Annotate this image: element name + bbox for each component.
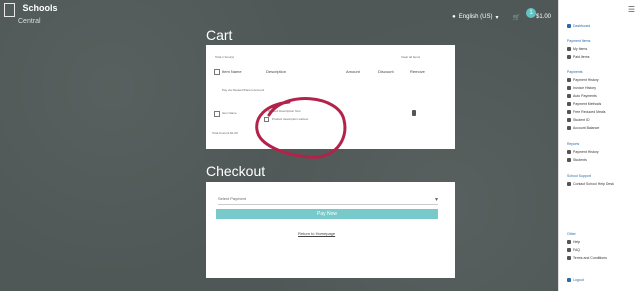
- credit-card-icon: [567, 102, 571, 106]
- hand-drawn-circle-annotation: [255, 97, 347, 159]
- history-icon: [567, 78, 571, 82]
- sidebar-item-report-payment-history[interactable]: Payment History: [567, 150, 599, 154]
- return-home-link[interactable]: Return to Homepage: [298, 231, 335, 236]
- sidebar-item-account-balance[interactable]: Account Balance: [567, 126, 599, 130]
- students-icon: [567, 158, 571, 162]
- sidebar-item-label: Students: [573, 158, 587, 162]
- sidebar-item-my-items[interactable]: My Items: [567, 47, 587, 51]
- globe-icon: ●: [452, 14, 456, 20]
- column-description: Description: [266, 69, 287, 74]
- top-navigation: ● English (US) ▾ 🛒 1 $1.00: [452, 8, 551, 22]
- sidebar-item-student-id[interactable]: Student ID: [567, 118, 590, 122]
- chevron-down-icon: ▾: [434, 197, 438, 203]
- sidebar-item-contact-help-desk[interactable]: Contact School Help Desk: [567, 182, 614, 186]
- sidebar-group-school-support: School Support: [567, 174, 591, 178]
- cart-total: $1.00: [535, 14, 551, 20]
- checkout-heading: Checkout: [206, 163, 266, 179]
- sidebar-item-label: Payment History: [573, 150, 599, 154]
- trash-icon[interactable]: [412, 110, 416, 116]
- sidebar-item-label: Paid Items: [573, 55, 590, 59]
- sidebar-item-label: Logout: [573, 278, 584, 282]
- sidebar-item-auto-payments[interactable]: Auto Payments: [567, 94, 597, 98]
- sidebar-item-logout[interactable]: Logout: [567, 278, 584, 282]
- sidebar-group-other: Other: [567, 232, 576, 236]
- sidebar-item-faq[interactable]: FAQ: [567, 248, 580, 252]
- language-label: English (US): [458, 14, 493, 20]
- balance-icon: [567, 126, 571, 130]
- sidebar-item-label: Dashboard: [573, 24, 591, 28]
- cart-total-amount: Total Amount $1.00: [212, 131, 238, 135]
- sidebar-item-label: Auto Payments: [573, 94, 597, 98]
- sidebar-item-label: Terms and Conditions: [573, 256, 607, 260]
- document-icon: [567, 256, 571, 260]
- help-desk-icon: [567, 182, 571, 186]
- sidebar-item-terms[interactable]: Terms and Conditions: [567, 256, 607, 260]
- faq-icon: [567, 248, 571, 252]
- cart-count-badge: 1: [525, 8, 536, 18]
- column-item-name: Item Name: [222, 69, 242, 74]
- sidebar-item-label: Student ID: [573, 118, 590, 122]
- sidebar-item-label: My Items: [573, 47, 588, 51]
- app-logo[interactable]: Schools Central: [4, 3, 57, 25]
- refresh-icon: [567, 94, 571, 98]
- sidebar: ☰ Dashboard Payment Items My Items Paid …: [558, 0, 639, 291]
- sidebar-item-help[interactable]: Help: [567, 240, 580, 244]
- sidebar-item-label: Contact School Help Desk: [573, 182, 614, 186]
- pay-button[interactable]: Pay Now: [216, 209, 438, 219]
- column-discount: Discount: [378, 69, 394, 74]
- sidebar-item-label: Payment History: [573, 78, 599, 82]
- app-name: Schools: [22, 3, 58, 13]
- list-icon: [567, 47, 571, 51]
- id-card-icon: [567, 118, 571, 122]
- cart-icon: 🛒: [512, 14, 520, 21]
- cart-item-count: Total 1 Item(s): [215, 55, 235, 59]
- sidebar-item-label: Help: [573, 240, 581, 244]
- sidebar-item-dashboard[interactable]: Dashboard: [567, 24, 590, 28]
- item-checkbox[interactable]: [214, 111, 220, 117]
- cart-heading: Cart: [206, 27, 233, 43]
- meal-icon: [567, 110, 571, 114]
- check-icon: [567, 55, 571, 59]
- sidebar-item-label: Free Reduced Meals: [573, 110, 606, 114]
- language-selector[interactable]: ● English (US) ▾: [452, 14, 498, 21]
- help-icon: [567, 240, 571, 244]
- payment-method-value: Select Payment: [218, 196, 247, 201]
- report-icon: [567, 150, 571, 154]
- sidebar-group-payments: Payments: [567, 70, 583, 74]
- clear-cart-link[interactable]: Clear all Items: [401, 55, 420, 59]
- sidebar-item-students[interactable]: Students: [567, 158, 587, 162]
- sidebar-item-free-reduced-meals[interactable]: Free Reduced Meals: [567, 110, 606, 114]
- sidebar-item-payment-history[interactable]: Payment History: [567, 78, 599, 82]
- select-all-checkbox[interactable]: [214, 69, 220, 75]
- dashboard-icon: [567, 24, 571, 28]
- sidebar-item-label: Account Balance: [573, 126, 600, 130]
- sidebar-item-invoice-history[interactable]: Invoice History: [567, 86, 596, 90]
- logout-icon: [567, 278, 571, 282]
- sidebar-group-payment-items: Payment Items: [567, 39, 591, 43]
- menu-icon[interactable]: ☰: [628, 5, 635, 14]
- item-name: Item Name: [222, 111, 237, 115]
- chevron-down-icon: ▾: [495, 14, 499, 21]
- payment-method-select[interactable]: Select Payment ▾: [218, 196, 438, 205]
- column-remove: Remove: [410, 69, 425, 74]
- logo-icon: [4, 3, 15, 17]
- sidebar-item-label: Payment Methods: [573, 102, 602, 106]
- checkout-card: Select Payment ▾ Pay Now Return to Homep…: [206, 182, 455, 278]
- sidebar-item-label: Invoice History: [573, 86, 596, 90]
- cart-summary[interactable]: 🛒 1 $1.00: [512, 8, 551, 22]
- sidebar-item-paid-items[interactable]: Paid Items: [567, 55, 590, 59]
- sidebar-group-reports: Reports: [567, 142, 580, 146]
- column-amount: Amount: [346, 69, 360, 74]
- sidebar-item-label: FAQ: [573, 248, 581, 252]
- invoice-icon: [567, 86, 571, 90]
- app-subtitle: Central: [18, 18, 41, 25]
- sidebar-item-payment-methods[interactable]: Payment Methods: [567, 102, 601, 106]
